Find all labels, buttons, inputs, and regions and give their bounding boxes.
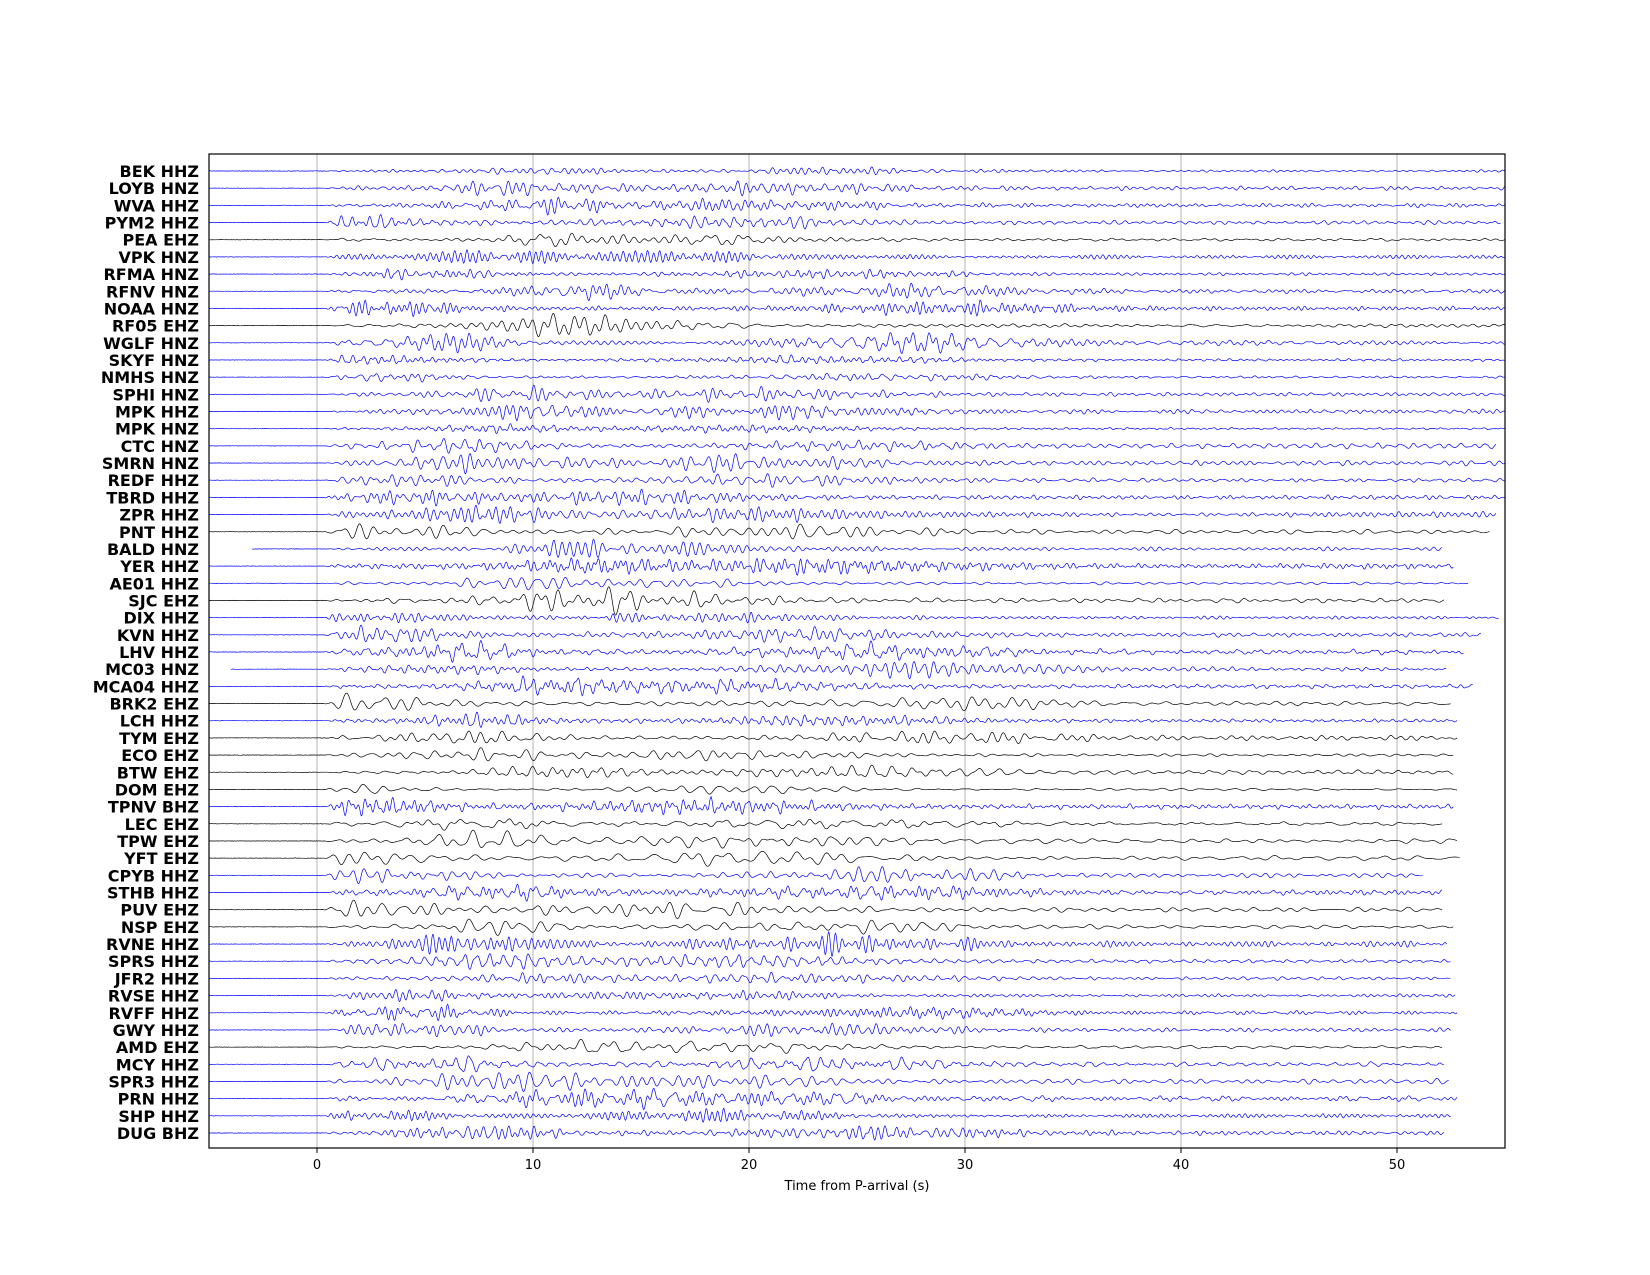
- station-label-wglf-hnz: WGLF HNZ: [103, 334, 199, 353]
- station-label-bald-hnz: BALD HNZ: [107, 540, 199, 559]
- station-label-noaa-hnz: NOAA HNZ: [104, 299, 199, 318]
- station-label-lhv-hhz: LHV HHZ: [119, 643, 199, 662]
- station-label-nmhs-hnz: NMHS HNZ: [101, 368, 199, 387]
- station-label-btw-ehz: BTW EHZ: [117, 763, 199, 782]
- station-label-prn-hhz: PRN HHZ: [118, 1090, 199, 1109]
- station-label-wva-hhz: WVA HHZ: [114, 196, 199, 215]
- station-label-bek-hhz: BEK HHZ: [120, 162, 199, 181]
- station-label-puv-ehz: PUV EHZ: [120, 901, 199, 920]
- station-label-jfr2-hhz: JFR2 HHZ: [114, 969, 199, 988]
- station-label-vpk-hnz: VPK HNZ: [119, 248, 199, 267]
- station-label-tbrd-hhz: TBRD HHZ: [106, 488, 199, 507]
- station-label-pea-ehz: PEA EHZ: [122, 231, 199, 250]
- x-tick-label-30: 30: [957, 1158, 974, 1173]
- x-tick-label-20: 20: [741, 1158, 758, 1173]
- station-label-brk2-ehz: BRK2 EHZ: [109, 695, 199, 714]
- station-label-lch-hhz: LCH HHZ: [120, 712, 199, 731]
- station-label-eco-ehz: ECO EHZ: [121, 746, 199, 765]
- x-tick-label-40: 40: [1173, 1158, 1190, 1173]
- x-tick-label-0: 0: [313, 1158, 321, 1173]
- figure-background: [0, 0, 1650, 1275]
- station-label-mca04-hhz: MCA04 HHZ: [93, 677, 199, 696]
- station-label-dug-bhz: DUG BHZ: [117, 1124, 199, 1143]
- station-label-zpr-hhz: ZPR HHZ: [119, 506, 199, 525]
- station-label-ctc-hnz: CTC HNZ: [121, 437, 199, 456]
- station-label-mpk-hhz: MPK HHZ: [115, 403, 199, 422]
- station-label-yft-ehz: YFT EHZ: [123, 849, 199, 868]
- station-label-sphi-hnz: SPHI HNZ: [112, 385, 199, 404]
- station-label-kvn-hhz: KVN HHZ: [117, 626, 199, 645]
- station-label-rf05-ehz: RF05 EHZ: [112, 317, 199, 336]
- station-label-sprs-hhz: SPRS HHZ: [108, 952, 199, 971]
- x-axis-label: Time from P-arrival (s): [784, 1179, 930, 1194]
- station-label-pym2-hhz: PYM2 HHZ: [105, 214, 199, 233]
- station-label-pnt-hhz: PNT HHZ: [119, 523, 199, 542]
- station-label-dix-hhz: DIX HHZ: [123, 609, 199, 628]
- station-label-nsp-ehz: NSP EHZ: [121, 918, 199, 937]
- station-label-smrn-hnz: SMRN HNZ: [102, 454, 199, 473]
- x-tick-label-50: 50: [1389, 1158, 1406, 1173]
- station-label-skyf-hnz: SKYF HNZ: [109, 351, 199, 370]
- station-label-redf-hhz: REDF HHZ: [108, 471, 199, 490]
- station-label-rfma-hnz: RFMA HNZ: [103, 265, 199, 284]
- station-label-mc03-hnz: MC03 HNZ: [105, 660, 199, 679]
- station-label-shp-hhz: SHP HHZ: [118, 1107, 199, 1126]
- station-label-cpyb-hhz: CPYB HHZ: [108, 866, 199, 885]
- x-tick-label-10: 10: [525, 1158, 542, 1173]
- station-label-loyb-hnz: LOYB HNZ: [109, 179, 199, 198]
- station-label-lec-ehz: LEC EHZ: [125, 815, 199, 834]
- station-label-ae01-hhz: AE01 HHZ: [109, 574, 199, 593]
- station-label-rvff-hhz: RVFF HHZ: [108, 1004, 199, 1023]
- station-label-tpnv-bhz: TPNV BHZ: [108, 798, 199, 817]
- station-label-dom-ehz: DOM EHZ: [115, 780, 199, 799]
- station-label-tpw-ehz: TPW EHZ: [117, 832, 199, 851]
- station-label-rvne-hhz: RVNE HHZ: [106, 935, 199, 954]
- station-label-sjc-ehz: SJC EHZ: [128, 591, 199, 610]
- station-label-spr3-hhz: SPR3 HHZ: [108, 1072, 199, 1091]
- station-label-sthb-hhz: STHB HHZ: [107, 884, 199, 903]
- station-label-mpk-hnz: MPK HNZ: [115, 420, 199, 439]
- seismogram-record-section: BEK HHZLOYB HNZWVA HHZPYM2 HHZPEA EHZVPK…: [0, 0, 1650, 1275]
- station-label-mcy-hhz: MCY HHZ: [116, 1055, 199, 1074]
- station-label-tym-ehz: TYM EHZ: [119, 729, 199, 748]
- station-label-rvse-hhz: RVSE HHZ: [108, 987, 199, 1006]
- station-label-gwy-hhz: GWY HHZ: [113, 1021, 199, 1040]
- station-label-rfnv-hnz: RFNV HNZ: [106, 282, 199, 301]
- station-label-yer-hhz: YER HHZ: [119, 557, 199, 576]
- station-label-amd-ehz: AMD EHZ: [116, 1038, 199, 1057]
